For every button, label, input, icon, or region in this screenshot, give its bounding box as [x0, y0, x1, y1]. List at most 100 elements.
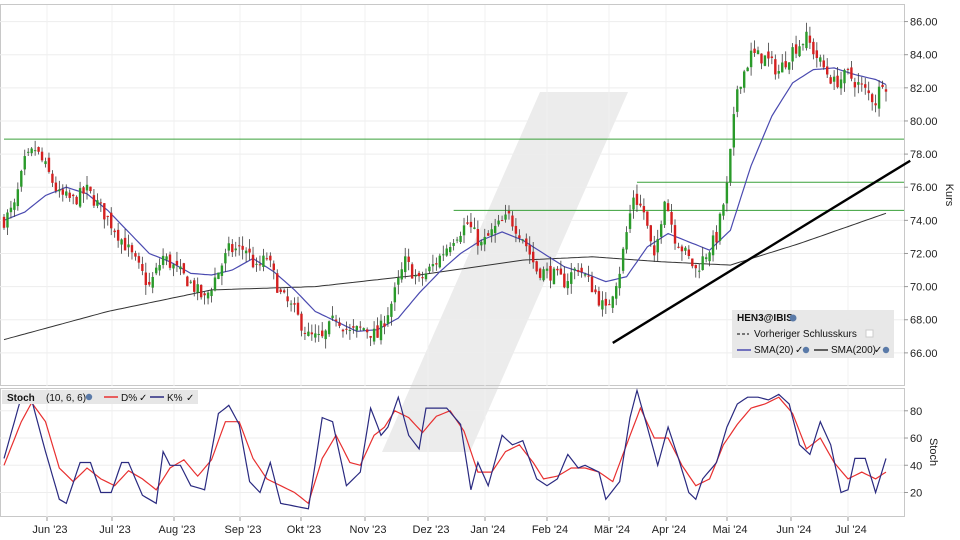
candle-body — [324, 330, 327, 340]
candle-body — [258, 264, 262, 266]
candle-body — [870, 94, 874, 103]
candle-body — [404, 256, 407, 273]
candle-body — [238, 245, 241, 247]
candle-body — [514, 225, 518, 234]
candle-body — [51, 173, 54, 183]
candle-body — [331, 315, 334, 319]
x-tick-label: Jan '24 — [470, 524, 505, 536]
candle-body — [116, 229, 120, 241]
candle-body — [189, 281, 192, 283]
candle-body — [874, 103, 877, 106]
x-tick-label: Jul '23 — [99, 524, 130, 536]
candle-body — [158, 265, 161, 271]
candle-body — [576, 269, 580, 272]
candle-body — [110, 212, 113, 229]
candle-body — [836, 75, 839, 88]
x-tick-label: Aug '23 — [159, 524, 196, 536]
legend-symbol-globe-icon[interactable] — [789, 314, 797, 322]
candle-body — [659, 224, 663, 237]
candle-body — [587, 275, 590, 277]
candle-body — [632, 197, 635, 210]
candle-body — [27, 151, 30, 153]
candle-body — [653, 245, 656, 256]
x-tick-label: Jul '24 — [835, 524, 866, 536]
x-tick-label: Jun '24 — [776, 524, 811, 536]
candle-body — [525, 238, 528, 247]
candle-body — [289, 303, 293, 305]
candle-body — [864, 84, 867, 88]
candle-body — [213, 277, 217, 291]
candle-body — [372, 328, 376, 342]
stoch-k-check-icon[interactable]: ✓ — [186, 393, 194, 404]
candle-body — [303, 332, 307, 334]
candle-body — [812, 41, 815, 55]
x-tick-label: Mai '24 — [712, 524, 747, 536]
candle-body — [469, 221, 473, 228]
candle-body — [348, 330, 352, 332]
candle-body — [538, 268, 542, 278]
candle-body — [397, 277, 400, 285]
candle-body — [646, 211, 649, 226]
candle-body — [9, 207, 13, 213]
candle-body — [365, 329, 369, 333]
candle-body — [92, 195, 96, 206]
candle-body — [805, 31, 808, 49]
candle-body — [594, 289, 597, 293]
legend-prev-close-label: Vorheriger Schlusskurs — [754, 329, 857, 340]
candle-body — [532, 251, 535, 263]
candle-body — [680, 246, 684, 252]
candle-body — [317, 333, 320, 335]
price-y-tick-label: 76.00 — [910, 182, 938, 194]
candle-body — [65, 191, 68, 196]
price-legend: HEN3@IBIS Vorheriger Schlusskurs SMA(20)… — [732, 310, 894, 358]
candle-body — [794, 44, 798, 54]
horizontal-levels — [4, 138, 904, 211]
candle-body — [801, 44, 805, 46]
candle-body — [154, 267, 158, 274]
stoch-y-axis-title: Stoch — [927, 438, 939, 466]
candle-body — [722, 204, 725, 216]
candle-body — [44, 161, 47, 165]
candle-body — [663, 201, 666, 225]
stoch-d-check-icon[interactable]: ✓ — [139, 393, 147, 404]
candle-body — [123, 237, 127, 251]
candle-body — [476, 229, 480, 246]
stoch-legend-globe-icon[interactable] — [85, 393, 93, 401]
candle-body — [566, 281, 569, 289]
candle-body — [352, 326, 355, 328]
legend-sma20-check-icon[interactable]: ✓ — [795, 345, 803, 356]
candle-body — [556, 268, 559, 271]
candle-body — [542, 269, 545, 281]
candle-body — [279, 289, 282, 293]
legend-sma20-globe-icon[interactable] — [802, 346, 810, 354]
legend-prev-close-toggle-icon[interactable] — [865, 329, 874, 338]
candle-body — [791, 47, 794, 62]
candle-body — [732, 114, 736, 148]
candle-body — [753, 48, 756, 54]
legend-sma200-globe-icon[interactable] — [882, 346, 890, 354]
x-tick-label: Sep '23 — [225, 524, 262, 536]
candle-body — [227, 243, 231, 251]
candle-body — [580, 267, 583, 273]
x-axis-ticks: Jun '23 Jul '23 Aug '23 Sep '23 Okt '23 Nov '… — [32, 517, 867, 536]
candle-body — [262, 255, 265, 267]
candle-body — [559, 268, 563, 275]
candle-body — [615, 286, 618, 299]
candle-body — [37, 147, 40, 152]
candle-body — [161, 255, 165, 265]
candle-body — [521, 239, 525, 241]
candle-body — [369, 335, 372, 338]
sma20-group — [3, 67, 887, 332]
candle-body — [490, 229, 493, 236]
candle-body — [448, 247, 452, 253]
x-tick-label: Feb '24 — [532, 524, 568, 536]
chart-canvas: 66.00 68.00 70.00 72.00 74.00 76.00 78.00 80.00… — [0, 4, 955, 536]
candle-body — [321, 330, 324, 337]
x-tick-label: Okt '23 — [287, 524, 322, 536]
candle-body — [82, 187, 85, 194]
candle-body — [570, 272, 573, 284]
candle-body — [2, 216, 6, 228]
candle-body — [784, 61, 787, 68]
candle-body — [625, 232, 628, 250]
legend-sma200-check-icon[interactable]: ✓ — [874, 345, 882, 356]
